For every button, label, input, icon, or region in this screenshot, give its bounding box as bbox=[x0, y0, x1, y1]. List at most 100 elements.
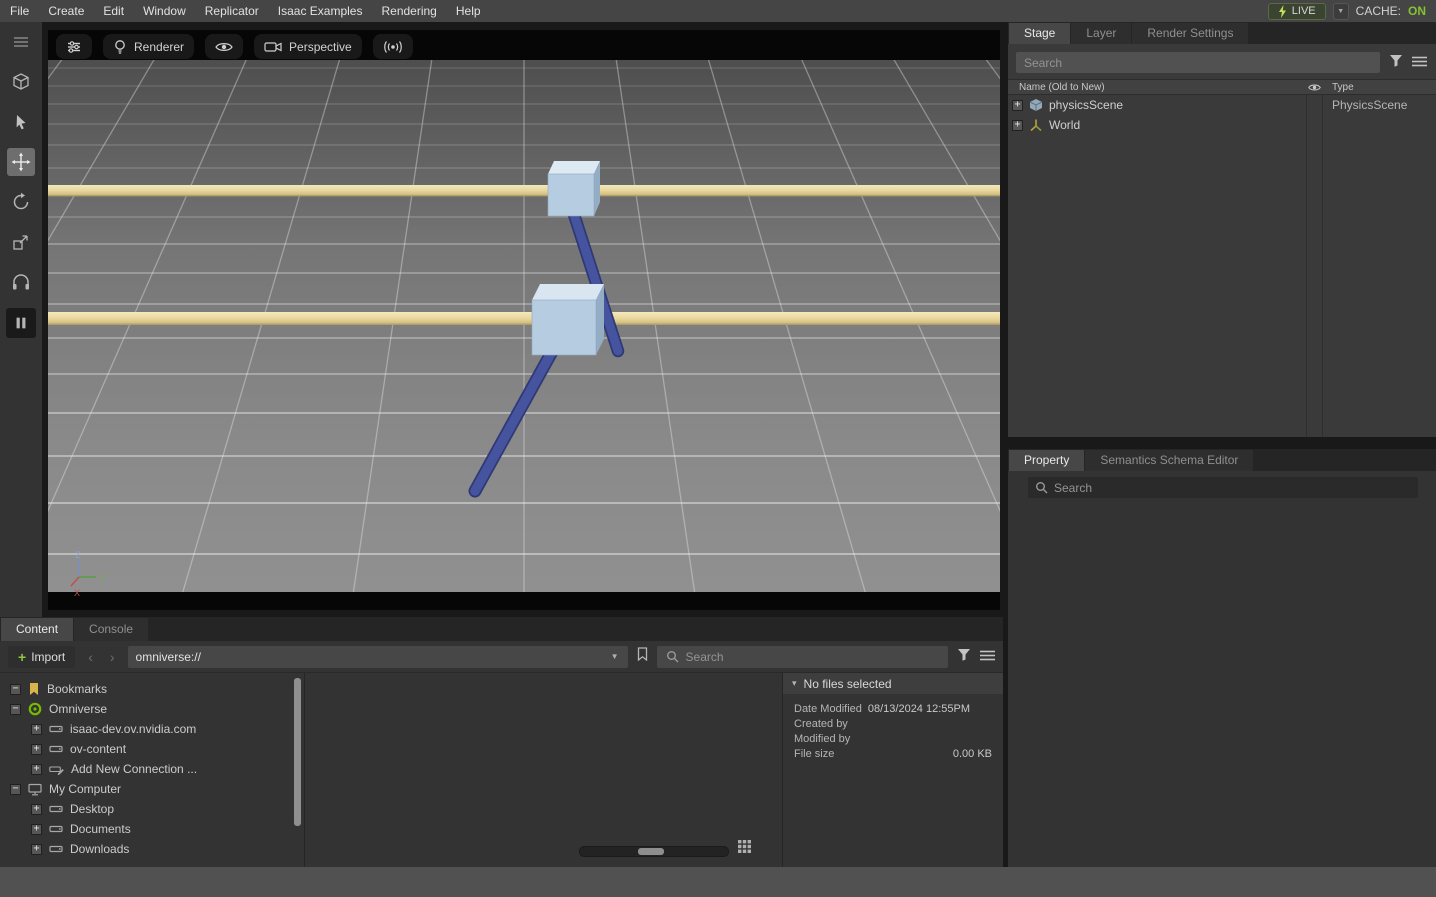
file-grid-area[interactable] bbox=[305, 673, 782, 867]
move-tool-button[interactable] bbox=[7, 148, 35, 176]
cart-cube-1[interactable] bbox=[548, 161, 600, 216]
stage-row-world[interactable]: + World bbox=[1008, 115, 1436, 135]
audio-button[interactable] bbox=[373, 34, 413, 59]
menu-window[interactable]: Window bbox=[143, 4, 186, 18]
tree-item-documents[interactable]: + Documents bbox=[0, 819, 304, 839]
tree-item-bookmarks[interactable]: − Bookmarks bbox=[0, 679, 304, 699]
snap-tool-button[interactable] bbox=[7, 268, 35, 296]
property-panel: Property Semantics Schema Editor bbox=[1008, 449, 1436, 867]
expander-minus-icon[interactable]: − bbox=[10, 704, 21, 715]
omniverse-logo-icon bbox=[28, 702, 42, 716]
rail-1[interactable] bbox=[48, 185, 1000, 197]
tree-item-add-new-connection[interactable]: + Add New Connection ... bbox=[0, 759, 304, 779]
cache-label: CACHE: bbox=[1356, 4, 1401, 18]
slider-handle[interactable] bbox=[638, 848, 664, 855]
stage-filter-button[interactable] bbox=[1389, 54, 1403, 72]
import-button[interactable]: + Import bbox=[8, 646, 75, 668]
cart-cube-2[interactable] bbox=[532, 284, 604, 355]
expander-plus-icon[interactable]: + bbox=[31, 724, 42, 735]
content-search-input[interactable] bbox=[686, 650, 939, 664]
scale-tool-button[interactable] bbox=[7, 228, 35, 256]
path-input[interactable] bbox=[128, 650, 602, 664]
thumbnail-size-slider[interactable] bbox=[579, 846, 729, 857]
menu-file[interactable]: File bbox=[10, 4, 29, 18]
menu-replicator[interactable]: Replicator bbox=[205, 4, 259, 18]
expander-minus-icon[interactable]: − bbox=[10, 684, 21, 695]
stage-search-input[interactable] bbox=[1016, 52, 1380, 73]
live-button[interactable]: LIVE bbox=[1268, 3, 1326, 20]
details-rows: Date Modified 08/13/2024 12:55PM Created… bbox=[783, 694, 1003, 769]
funnel-icon bbox=[1389, 54, 1403, 67]
stage-panel: Stage Layer Render Settings Name (Old to… bbox=[1008, 22, 1436, 437]
content-search-bar bbox=[657, 646, 948, 668]
forward-button[interactable]: › bbox=[106, 649, 119, 665]
viewport-toolbar: Renderer Perspective bbox=[56, 34, 413, 59]
tree-item-ov-content[interactable]: + ov-content bbox=[0, 739, 304, 759]
tree-item-omniverse[interactable]: − Omniverse bbox=[0, 699, 304, 719]
expander-plus-icon[interactable]: + bbox=[1012, 100, 1023, 111]
tree-item-label: Add New Connection ... bbox=[71, 762, 197, 776]
content-body: − Bookmarks − Omniverse + isaac-dev.ov.n… bbox=[0, 673, 1003, 867]
tree-item-desktop[interactable]: + Desktop bbox=[0, 799, 304, 819]
stage-options-button[interactable] bbox=[1412, 54, 1427, 72]
visibility-column-header[interactable] bbox=[1306, 83, 1322, 92]
viewport-canvas[interactable]: Z Y X bbox=[48, 30, 1000, 610]
bookmark-path-button[interactable] bbox=[637, 647, 648, 666]
tree-item-isaac-dev[interactable]: + isaac-dev.ov.nvidia.com bbox=[0, 719, 304, 739]
rotate-tool-button[interactable] bbox=[7, 188, 35, 216]
expander-plus-icon[interactable]: + bbox=[31, 824, 42, 835]
toolbar-drag-handle[interactable] bbox=[7, 28, 35, 56]
stage-row-physicsscene[interactable]: + physicsScene PhysicsScene bbox=[1008, 95, 1436, 115]
tree-scrollbar[interactable] bbox=[294, 678, 301, 826]
live-dropdown-button[interactable]: ▼ bbox=[1333, 3, 1349, 20]
tree-item-label: Bookmarks bbox=[47, 682, 107, 696]
tree-item-downloads[interactable]: + Downloads bbox=[0, 839, 304, 859]
name-column-header[interactable]: Name (Old to New) bbox=[1008, 82, 1306, 93]
renderer-label: Renderer bbox=[134, 40, 184, 54]
content-filter-button[interactable] bbox=[957, 648, 971, 666]
drive-icon bbox=[49, 803, 63, 815]
expander-plus-icon[interactable]: + bbox=[1012, 120, 1023, 131]
path-dropdown-button[interactable]: ▼ bbox=[602, 652, 628, 661]
server-icon bbox=[49, 743, 63, 755]
renderer-menu-button[interactable]: Renderer bbox=[103, 34, 194, 59]
tree-item-my-computer[interactable]: − My Computer bbox=[0, 779, 304, 799]
tab-property[interactable]: Property bbox=[1009, 450, 1084, 471]
status-bar bbox=[0, 867, 1436, 897]
expander-plus-icon[interactable]: + bbox=[31, 744, 42, 755]
property-search-input[interactable] bbox=[1028, 477, 1418, 498]
tab-content[interactable]: Content bbox=[1, 618, 73, 641]
tab-semantics-schema-editor[interactable]: Semantics Schema Editor bbox=[1085, 450, 1253, 471]
tab-layer[interactable]: Layer bbox=[1071, 23, 1131, 44]
rail-2[interactable] bbox=[48, 312, 1000, 325]
expander-minus-icon[interactable]: − bbox=[10, 784, 21, 795]
details-header[interactable]: ▾ No files selected bbox=[783, 673, 1003, 694]
collapse-caret-icon[interactable]: ▾ bbox=[792, 678, 797, 689]
tab-console[interactable]: Console bbox=[74, 618, 148, 641]
pause-simulation-button[interactable] bbox=[6, 308, 36, 338]
right-panel: Stage Layer Render Settings Name (Old to… bbox=[1008, 22, 1436, 867]
expander-plus-icon[interactable]: + bbox=[31, 844, 42, 855]
tab-stage[interactable]: Stage bbox=[1009, 23, 1070, 44]
viewport-settings-button[interactable] bbox=[56, 34, 92, 59]
visibility-menu-button[interactable] bbox=[205, 34, 243, 59]
menu-isaac-examples[interactable]: Isaac Examples bbox=[278, 4, 363, 18]
menu-bar-right: LIVE ▼ CACHE: ON bbox=[1268, 3, 1426, 20]
menu-help[interactable]: Help bbox=[456, 4, 481, 18]
menu-create[interactable]: Create bbox=[48, 4, 84, 18]
content-options-button[interactable] bbox=[980, 648, 995, 666]
camera-icon bbox=[264, 41, 282, 53]
select-prim-tool-button[interactable] bbox=[7, 68, 35, 96]
file-details-panel: ▾ No files selected Date Modified 08/13/… bbox=[782, 673, 1003, 867]
tab-render-settings[interactable]: Render Settings bbox=[1132, 23, 1248, 44]
grid-view-button[interactable] bbox=[737, 839, 752, 859]
menu-edit[interactable]: Edit bbox=[103, 4, 124, 18]
menu-rendering[interactable]: Rendering bbox=[381, 4, 436, 18]
select-tool-button[interactable] bbox=[7, 108, 35, 136]
expander-plus-icon[interactable]: + bbox=[31, 804, 42, 815]
back-button[interactable]: ‹ bbox=[84, 649, 97, 665]
world-xform-icon bbox=[1029, 118, 1043, 132]
type-column-header[interactable]: Type bbox=[1322, 82, 1436, 93]
expander-plus-icon[interactable]: + bbox=[31, 764, 42, 775]
camera-menu-button[interactable]: Perspective bbox=[254, 34, 362, 59]
